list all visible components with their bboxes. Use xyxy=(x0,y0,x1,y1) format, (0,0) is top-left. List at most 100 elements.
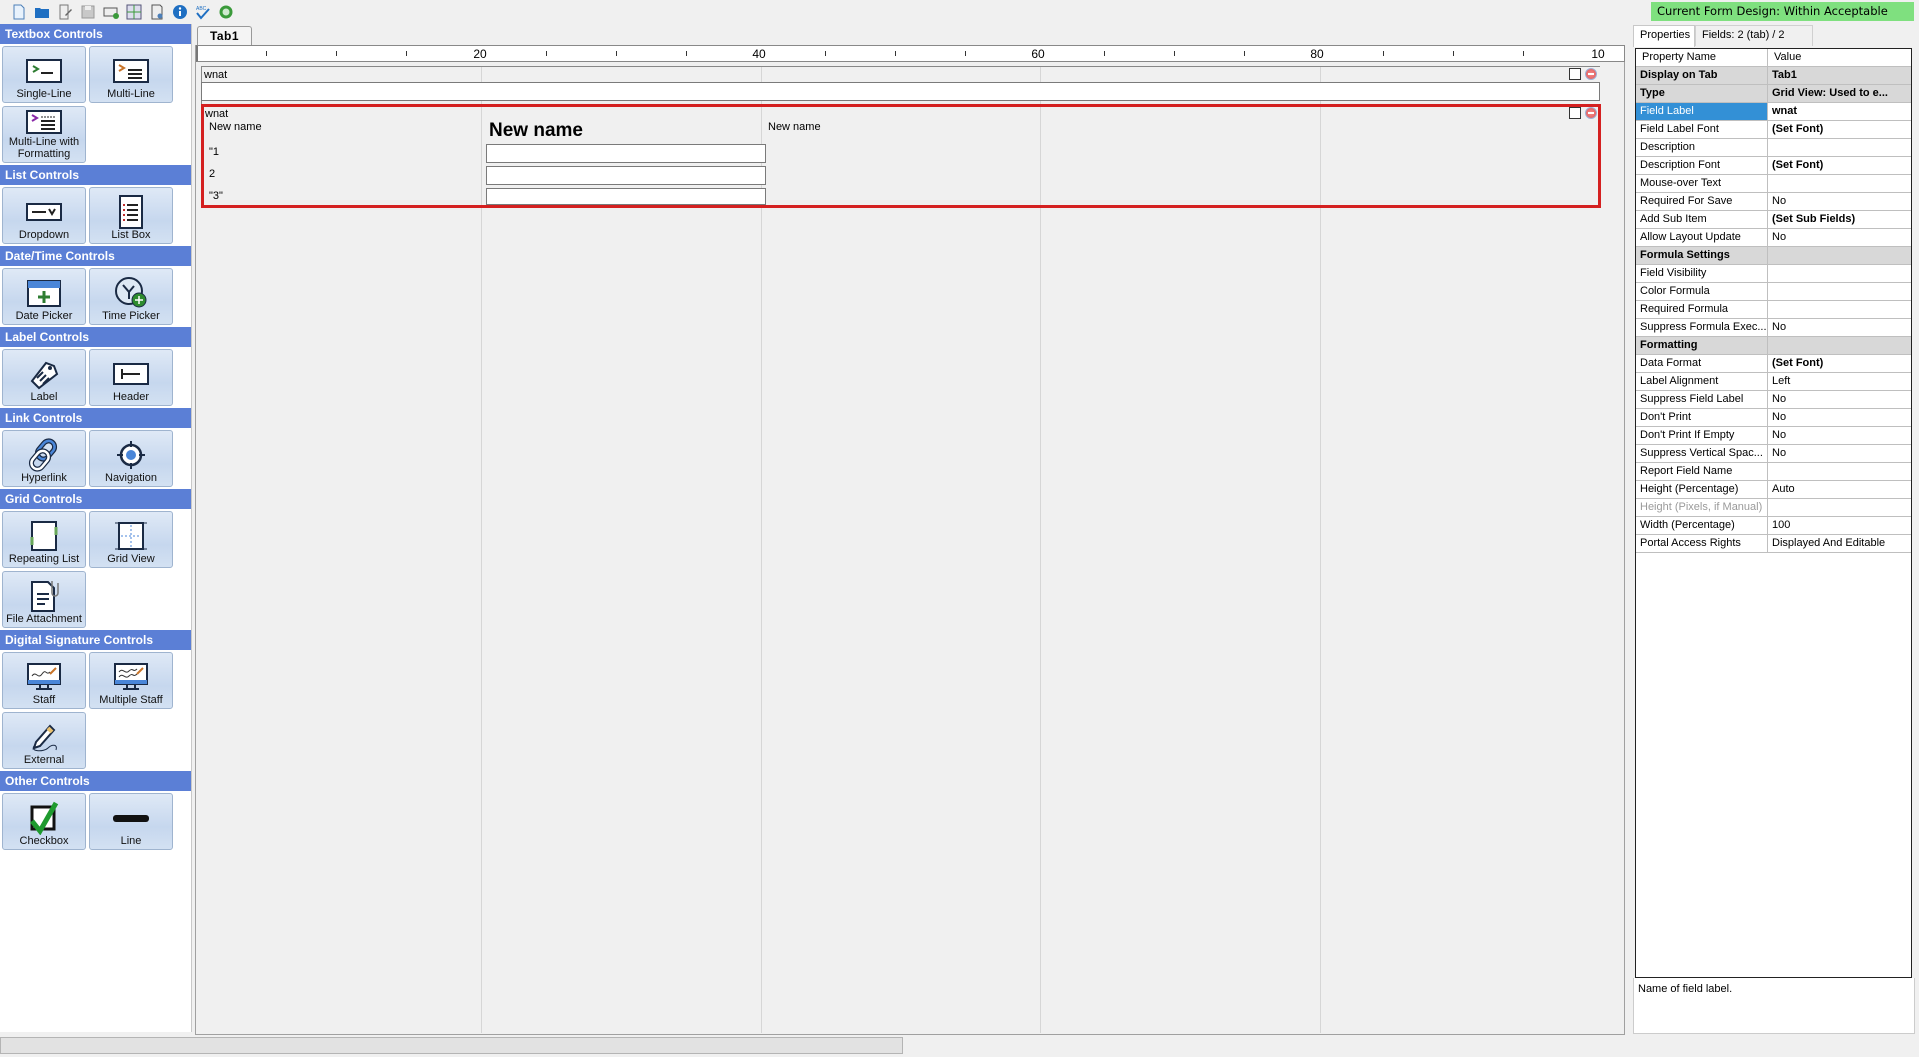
control-header[interactable]: Header xyxy=(89,349,173,406)
grid-cell-input[interactable] xyxy=(486,166,766,185)
property-row[interactable]: Allow Layout Update No xyxy=(1636,229,1911,247)
control-repeating-list[interactable]: Repeating List xyxy=(2,511,86,568)
horizontal-scrollbar[interactable] xyxy=(0,1037,903,1054)
grid-cell-input[interactable] xyxy=(486,188,766,205)
control-line[interactable]: Line xyxy=(89,793,173,850)
property-value[interactable]: No xyxy=(1768,409,1911,426)
property-value[interactable] xyxy=(1768,463,1911,480)
property-value[interactable] xyxy=(1768,301,1911,318)
control-external-signature[interactable]: External xyxy=(2,712,86,769)
property-row[interactable]: Field Label wnat xyxy=(1636,103,1911,121)
property-value[interactable]: No xyxy=(1768,427,1911,444)
grid-cell-input[interactable] xyxy=(486,144,766,163)
property-row[interactable]: Add Sub Item (Set Sub Fields) xyxy=(1636,211,1911,229)
tab-properties[interactable]: Properties xyxy=(1633,25,1695,47)
property-value[interactable]: wnat xyxy=(1768,103,1911,120)
control-checkbox[interactable]: Checkbox xyxy=(2,793,86,850)
refresh-icon[interactable] xyxy=(217,3,235,21)
form-field-single-line[interactable]: wnat xyxy=(201,67,1601,103)
property-value[interactable] xyxy=(1768,247,1911,264)
property-row[interactable]: Don't Print No xyxy=(1636,409,1911,427)
folder-icon[interactable] xyxy=(33,3,51,21)
control-list-box[interactable]: List Box xyxy=(89,187,173,244)
property-row[interactable]: Data Format (Set Font) xyxy=(1636,355,1911,373)
delete-field-icon[interactable] xyxy=(1585,68,1597,80)
property-value[interactable] xyxy=(1768,499,1911,516)
property-row[interactable]: Mouse-over Text xyxy=(1636,175,1911,193)
property-value[interactable]: Left xyxy=(1768,373,1911,390)
property-value[interactable]: Displayed And Editable xyxy=(1768,535,1911,552)
property-value[interactable]: No xyxy=(1768,229,1911,246)
control-hyperlink[interactable]: Hyperlink xyxy=(2,430,86,487)
tab-fields[interactable]: Fields: 2 (tab) / 2 (form) xyxy=(1695,25,1813,60)
preview-document-icon[interactable] xyxy=(148,3,166,21)
field-select-checkbox[interactable] xyxy=(1569,68,1581,80)
property-value[interactable]: (Set Font) xyxy=(1768,157,1911,174)
tab-tab1[interactable]: Tab1 xyxy=(197,26,252,45)
property-row[interactable]: Required Formula xyxy=(1636,301,1911,319)
property-row[interactable]: Portal Access Rights Displayed And Editab… xyxy=(1636,535,1911,553)
new-document-icon[interactable] xyxy=(10,3,28,21)
property-row[interactable]: Type Grid View: Used to e... xyxy=(1636,85,1911,103)
property-row[interactable]: Don't Print If Empty No xyxy=(1636,427,1911,445)
control-single-line[interactable]: Single-Line xyxy=(2,46,86,103)
property-value[interactable]: No xyxy=(1768,445,1911,462)
control-file-attachment[interactable]: File Attachment xyxy=(2,571,86,628)
property-row[interactable]: Suppress Vertical Spac... No xyxy=(1636,445,1911,463)
property-value[interactable]: 100 xyxy=(1768,517,1911,534)
property-row[interactable]: Label Alignment Left xyxy=(1636,373,1911,391)
property-row[interactable]: Formula Settings xyxy=(1636,247,1911,265)
property-value[interactable] xyxy=(1768,265,1911,282)
column-header-name[interactable]: Property Name xyxy=(1636,49,1768,66)
column-header-value[interactable]: Value xyxy=(1768,49,1911,66)
spell-check-icon[interactable]: ABC xyxy=(194,3,212,21)
control-multi-line-formatting[interactable]: Multi-Line with Formatting xyxy=(2,106,86,163)
property-value[interactable]: Grid View: Used to e... xyxy=(1768,85,1911,102)
property-value[interactable] xyxy=(1768,139,1911,156)
property-value[interactable]: Tab1 xyxy=(1768,67,1911,84)
control-multi-line[interactable]: Multi-Line xyxy=(89,46,173,103)
control-time-picker[interactable]: Time Picker xyxy=(89,268,173,325)
property-value[interactable]: No xyxy=(1768,319,1911,336)
control-grid-view[interactable]: Grid View xyxy=(89,511,173,568)
field-select-checkbox[interactable] xyxy=(1569,107,1581,119)
property-row[interactable]: Height (Pixels, if Manual) xyxy=(1636,499,1911,517)
property-row[interactable]: Formatting xyxy=(1636,337,1911,355)
save-icon[interactable] xyxy=(79,3,97,21)
property-value[interactable] xyxy=(1768,337,1911,354)
property-value[interactable] xyxy=(1768,283,1911,300)
edit-document-icon[interactable] xyxy=(56,3,74,21)
control-navigation[interactable]: Navigation xyxy=(89,430,173,487)
form-field-grid-view[interactable]: wnat New name New name New name "1 2 "3" xyxy=(201,104,1601,208)
property-row[interactable]: Height (Percentage) Auto xyxy=(1636,481,1911,499)
info-icon[interactable] xyxy=(171,3,189,21)
property-name: Width (Percentage) xyxy=(1636,517,1768,534)
property-row[interactable]: Required For Save No xyxy=(1636,193,1911,211)
control-dropdown[interactable]: Dropdown xyxy=(2,187,86,244)
property-row[interactable]: Field Label Font (Set Font) xyxy=(1636,121,1911,139)
layout-icon[interactable] xyxy=(125,3,143,21)
property-value[interactable]: (Set Font) xyxy=(1768,355,1911,372)
control-multiple-staff-signature[interactable]: Multiple Staff xyxy=(89,652,173,709)
control-date-picker[interactable]: Date Picker xyxy=(2,268,86,325)
property-value[interactable]: No xyxy=(1768,391,1911,408)
property-value[interactable]: No xyxy=(1768,193,1911,210)
property-row[interactable]: Width (Percentage) 100 xyxy=(1636,517,1911,535)
property-row[interactable]: Display on Tab Tab1 xyxy=(1636,67,1911,85)
delete-field-icon[interactable] xyxy=(1585,107,1597,119)
property-row[interactable]: Description Font (Set Font) xyxy=(1636,157,1911,175)
property-value[interactable] xyxy=(1768,175,1911,192)
property-value[interactable]: (Set Sub Fields) xyxy=(1768,211,1911,228)
property-row[interactable]: Suppress Formula Exec... No xyxy=(1636,319,1911,337)
property-value[interactable]: (Set Font) xyxy=(1768,121,1911,138)
single-line-input[interactable] xyxy=(201,82,1600,101)
keyboard-icon[interactable] xyxy=(102,3,120,21)
control-staff-signature[interactable]: Staff xyxy=(2,652,86,709)
property-row[interactable]: Report Field Name xyxy=(1636,463,1911,481)
property-row[interactable]: Description xyxy=(1636,139,1911,157)
property-row[interactable]: Color Formula xyxy=(1636,283,1911,301)
property-row[interactable]: Suppress Field Label No xyxy=(1636,391,1911,409)
control-label[interactable]: Label xyxy=(2,349,86,406)
property-row[interactable]: Field Visibility xyxy=(1636,265,1911,283)
property-value[interactable]: Auto xyxy=(1768,481,1911,498)
